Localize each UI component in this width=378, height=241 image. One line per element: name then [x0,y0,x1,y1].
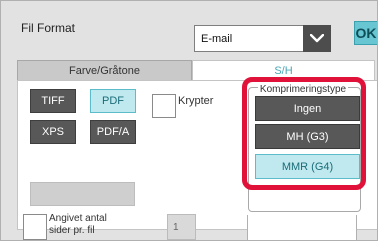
format-select[interactable]: E-mail [194,25,331,52]
pages-per-file-label: Angivet antal sider pr. fil [49,213,107,236]
pages-per-file-checkbox[interactable] [23,214,47,240]
format-select-value: E-mail [201,33,233,45]
file-format-panel: Fil Format E-mail OK Farve/Gråtone S/H T… [0,0,378,241]
chevron-down-icon[interactable] [303,25,331,52]
format-button-tiff[interactable]: TIFF [30,89,76,113]
bottom-frame [247,215,357,240]
disabled-button [30,182,135,206]
compression-highlight-frame [242,77,366,190]
ok-button[interactable]: OK [354,21,377,45]
encrypt-checkbox[interactable] [152,94,176,118]
format-button-xps[interactable]: XPS [30,120,76,144]
format-button-pdfa[interactable]: PDF/A [90,120,136,144]
format-button-pdf[interactable]: PDF [90,89,136,113]
pages-per-file-input[interactable]: 1 [167,214,196,240]
encrypt-label: Krypter [178,95,214,107]
file-format-title: Fil Format [21,21,75,35]
tab-color-grayscale[interactable]: Farve/Gråtone [17,60,192,80]
